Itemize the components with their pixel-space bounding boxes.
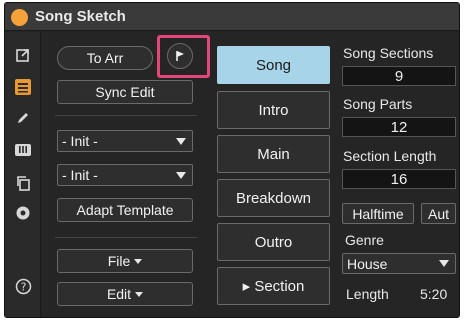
copy-icon[interactable] (14, 174, 32, 192)
halftime-button[interactable]: Halftime (342, 203, 414, 224)
genre-label: Genre (345, 232, 384, 248)
adapt-template-button[interactable]: Adapt Template (57, 198, 193, 222)
help-icon[interactable]: ? (14, 277, 32, 295)
divider (55, 115, 197, 116)
device-power-dot[interactable] (11, 9, 28, 26)
edit-menu-label: Edit (106, 286, 132, 302)
auto-button[interactable]: Aut (421, 203, 456, 224)
init-dropdown-1[interactable]: - Init - (57, 130, 193, 152)
gear-icon[interactable] (14, 204, 32, 222)
chevron-down-icon (135, 291, 144, 297)
edit-menu-button[interactable]: Edit (57, 282, 193, 306)
section-length-value[interactable]: 16 (342, 169, 456, 189)
piano-keys-icon[interactable] (14, 141, 32, 159)
init-dropdown-2[interactable]: - Init - (57, 164, 193, 186)
sync-edit-button[interactable]: Sync Edit (57, 80, 193, 104)
flag-icon (176, 51, 184, 61)
file-menu-button[interactable]: File (57, 249, 193, 273)
flag-button[interactable] (167, 43, 193, 69)
section-button-breakdown[interactable]: Breakdown (217, 179, 330, 217)
song-parts-label: Song Parts (343, 96, 413, 112)
section-button-section[interactable]: ▸ Section (217, 267, 330, 305)
chevron-down-icon (176, 172, 186, 179)
icon-strip: ? (5, 32, 41, 317)
song-sections-value[interactable]: 9 (342, 66, 456, 86)
pencil-icon[interactable] (14, 109, 32, 127)
list-view-icon[interactable] (14, 78, 32, 96)
open-external-icon[interactable] (14, 46, 32, 64)
to-arr-button[interactable]: To Arr (57, 46, 153, 70)
chevron-down-icon (134, 258, 143, 264)
init-dropdown-1-value: - Init - (62, 133, 98, 149)
device-title: Song Sketch (35, 8, 126, 25)
title-bar[interactable]: Song Sketch (5, 3, 459, 31)
chevron-down-icon (439, 260, 449, 267)
chevron-down-icon (176, 138, 186, 145)
section-button-main[interactable]: Main (217, 135, 330, 173)
init-dropdown-2-value: - Init - (62, 167, 98, 183)
genre-dropdown[interactable]: House (342, 253, 456, 274)
section-length-label: Section Length (343, 148, 437, 164)
length-value: 5:20 (420, 286, 448, 302)
section-button-song[interactable]: Song (217, 46, 330, 84)
song-parts-value[interactable]: 12 (342, 117, 456, 137)
section-button-outro[interactable]: Outro (217, 223, 330, 261)
song-sketch-device: Song Sketch ? To Arr Sync Edit - Init - … (4, 2, 460, 318)
genre-value: House (347, 255, 388, 272)
file-menu-label: File (107, 253, 131, 269)
section-button-intro[interactable]: Intro (217, 91, 330, 129)
song-sections-label: Song Sections (343, 45, 434, 61)
divider (55, 237, 197, 238)
svg-text:?: ? (20, 280, 26, 293)
length-label: Length (346, 286, 389, 302)
